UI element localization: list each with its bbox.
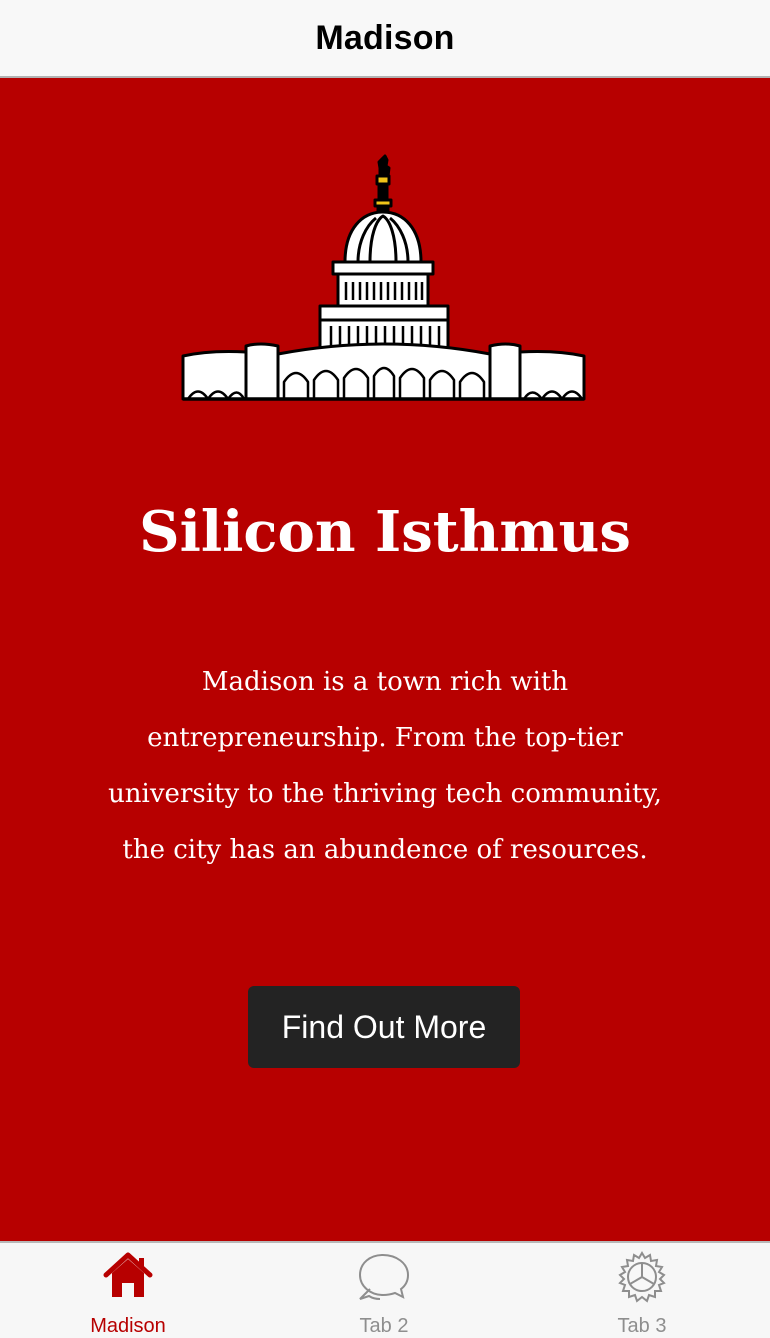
gear-icon xyxy=(618,1251,666,1303)
tab-label: Madison xyxy=(90,1315,166,1337)
tab-label: Tab 2 xyxy=(359,1315,409,1337)
find-out-more-button[interactable]: Find Out More xyxy=(248,986,520,1068)
hero-headline: Silicon Isthmus xyxy=(139,499,631,565)
home-icon xyxy=(103,1252,153,1297)
hero-section: Silicon Isthmus Madison is a town rich w… xyxy=(0,78,770,1241)
speech-bubbles-icon xyxy=(358,1253,410,1300)
app-screen: Madison Silicon Isthmus Madison is a tow… xyxy=(0,0,770,1338)
capitol-building-icon xyxy=(181,154,586,401)
hero-description: Madison is a town rich with entrepreneur… xyxy=(108,667,662,865)
tab-3[interactable]: Tab 3 xyxy=(514,1243,770,1338)
tab-2[interactable]: Tab 2 xyxy=(256,1243,512,1338)
tab-label: Tab 3 xyxy=(617,1315,667,1337)
navigation-bar: Madison xyxy=(0,0,770,78)
tab-madison[interactable]: Madison xyxy=(0,1243,256,1338)
tab-bar: Madison Tab 2 Tab 3 xyxy=(0,1241,770,1338)
page-title: Madison xyxy=(315,18,455,57)
